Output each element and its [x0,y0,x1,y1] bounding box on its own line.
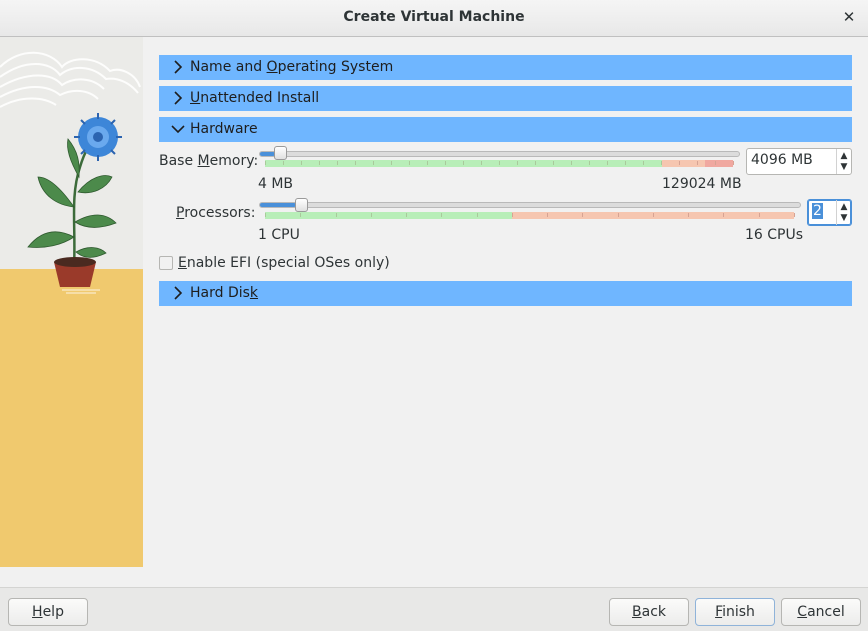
spin-down-icon[interactable]: ▼ [839,213,849,223]
slider-tick [265,213,266,217]
flower-pot-illustration [0,51,141,294]
processors-min-label: 1 CPU [258,227,300,243]
slider-tick [373,161,374,165]
slider-tick [499,161,500,165]
slider-tick [715,161,716,165]
wizard-content: Name and Operating System Unattended Ins… [143,37,868,587]
base-memory-min-label: 4 MB [258,176,294,192]
close-icon[interactable]: ✕ [840,8,858,26]
chevron-right-icon [174,286,183,300]
base-memory-spinbox[interactable]: 4096 MB ▲ ▼ [746,148,852,175]
slider-tick [733,161,734,165]
slider-tick [625,161,626,165]
processors-spin-arrows: ▲ ▼ [836,200,851,225]
processors-slider[interactable] [259,202,801,208]
help-button[interactable]: Help [8,598,88,626]
slider-tick [476,213,478,217]
slider-tick [553,161,554,165]
section-name-and-os[interactable]: Name and Operating System [159,55,852,80]
slider-tick [370,213,372,217]
slider-tick [337,161,338,165]
button-bar: Help Back Finish Cancel [0,587,868,631]
spin-up-icon[interactable]: ▲ [839,151,849,161]
base-memory-slider-handle[interactable] [274,146,288,160]
slider-tick [688,213,690,217]
slider-tick [445,161,446,165]
slider-tick [517,161,518,165]
base-memory-label: Base Memory: [159,153,259,169]
slider-tick [758,213,760,217]
slider-tick [265,161,266,165]
slider-tick [697,161,698,165]
processors-label: Processors: [176,205,256,221]
slider-tick [391,161,392,165]
base-memory-spin-arrows: ▲ ▼ [836,149,851,174]
slider-tick [661,161,662,165]
slider-tick [643,161,644,165]
slider-tick [582,213,584,217]
chevron-down-icon [171,125,185,134]
base-memory-slider-fill [260,152,276,156]
slider-tick [607,161,608,165]
enable-efi-checkbox[interactable] [159,256,173,270]
section-hard-disk-label: Hard Disk [190,285,259,301]
spin-up-icon[interactable]: ▲ [839,202,849,212]
spin-down-icon[interactable]: ▼ [839,162,849,172]
chevron-right-icon [174,60,183,74]
slider-tick [427,161,428,165]
slider-tick [301,161,302,165]
section-name-and-os-label: Name and Operating System [190,59,394,75]
slider-tick [481,161,482,165]
base-memory-slider[interactable] [259,151,740,157]
processors-spinbox[interactable]: 2 ▲ ▼ [807,199,852,226]
slider-tick [300,213,302,217]
slider-tick [409,161,410,165]
slider-tick [723,213,725,217]
processors-value: 2 [812,203,823,219]
slider-tick [652,213,654,217]
slider-tick [319,161,320,165]
slider-tick [355,161,356,165]
enable-efi-label[interactable]: Enable EFI (special OSes only) [178,255,390,271]
processors-slider-fill [260,203,296,207]
slider-zone [661,160,705,167]
slider-tick [406,213,408,217]
back-button[interactable]: Back [609,598,689,626]
wizard-side-illustration [0,37,143,567]
section-unattended-install-label: Unattended Install [190,90,320,106]
slider-tick [283,161,284,165]
slider-tick [535,161,536,165]
slider-tick [589,161,590,165]
window-title: Create Virtual Machine [343,9,525,25]
slider-zone [704,160,733,167]
section-hardware-label: Hardware [190,121,258,137]
section-hard-disk[interactable]: Hard Disk [159,281,852,306]
slider-tick [571,161,572,165]
base-memory-value: 4096 MB [751,152,813,168]
section-unattended-install[interactable]: Unattended Install [159,86,852,111]
finish-button[interactable]: Finish [695,598,775,626]
processors-slider-handle[interactable] [295,198,308,212]
title-bar: Create Virtual Machine ✕ [0,0,868,37]
slider-tick [335,213,337,217]
slider-tick [794,213,795,217]
slider-tick [463,161,464,165]
cancel-button[interactable]: Cancel [781,598,861,626]
section-hardware[interactable]: Hardware [159,117,852,142]
slider-tick [441,213,443,217]
slider-tick [617,213,619,217]
slider-zone [265,212,512,219]
slider-tick [679,161,680,165]
chevron-right-icon [174,91,183,105]
processors-max-label: 16 CPUs [745,227,804,243]
base-memory-max-label: 129024 MB [662,176,742,192]
slider-tick [547,213,549,217]
slider-tick [511,213,513,217]
